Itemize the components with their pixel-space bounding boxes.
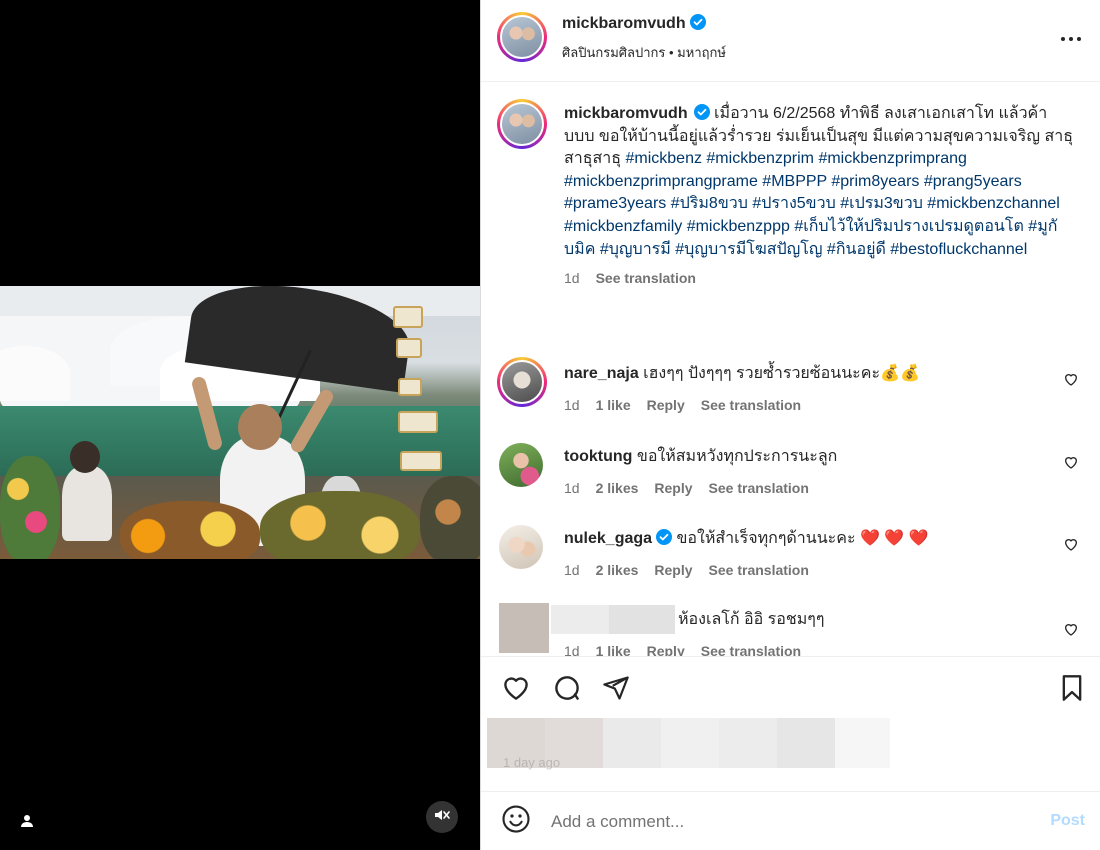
caption-meta: 1d See translation	[564, 267, 1074, 290]
comment-time[interactable]: 1d	[564, 480, 580, 496]
caption-hashtags[interactable]: #mickbenz #mickbenzprim #mickbenzprimpra…	[564, 150, 1060, 257]
post-sidebar: mickbaromvudh ศิลปินกรมศิลปากร • มหาฤกษ์…	[480, 0, 1100, 850]
comment-like-heart-icon[interactable]	[1063, 621, 1079, 637]
comment-see-translation[interactable]: See translation	[709, 480, 809, 496]
video-frame[interactable]	[0, 286, 480, 559]
fruit-offerings	[260, 491, 420, 559]
post-header: mickbaromvudh ศิลปินกรมศิลปากร • มหาฤกษ์	[481, 0, 1100, 82]
share-button[interactable]	[599, 673, 633, 707]
comment-likes[interactable]: 2 likes	[596, 480, 639, 496]
caption-author-avatar[interactable]	[497, 99, 547, 149]
add-comment-input[interactable]	[551, 806, 1011, 838]
commenter-username[interactable]: nare_naja	[564, 365, 639, 382]
comment-text: ขอให้สมหวังทุกประการนะลูก	[636, 448, 838, 465]
comment-text: ขอให้สำเร็จทุกๆด้านนะคะ ❤️ ❤️ ❤️	[676, 530, 929, 547]
reply-button[interactable]: Reply	[654, 480, 692, 496]
heart-icon	[501, 673, 531, 708]
comment-item: ห้องเลโก้ อิอิ รอชมๆๆ 1d 1 like Reply Se…	[497, 603, 1087, 656]
comment-likes[interactable]: 2 likes	[596, 562, 639, 578]
comment-text-line: nulek_gaga ขอให้สำเร็จทุกๆด้านนะคะ ❤️ ❤️…	[564, 528, 1034, 550]
reply-button[interactable]: Reply	[647, 643, 685, 656]
comment-likes[interactable]: 1 like	[596, 643, 631, 656]
flower-arrangement	[0, 456, 60, 559]
comment-item: nulek_gaga ขอให้สำเร็จทุกๆด้านนะคะ ❤️ ❤️…	[497, 522, 1087, 592]
ellipsis-icon	[1060, 29, 1082, 47]
commenter-username[interactable]: tooktung	[564, 448, 632, 465]
comment-time[interactable]: 1d	[564, 643, 580, 656]
reply-button[interactable]: Reply	[647, 397, 685, 413]
comment-text: ห้องเลโก้ อิอิ รอชมๆๆ	[678, 611, 825, 628]
comment-item: nare_naja เฮงๆๆ ปังๆๆๆ รวยซ้ำรวยซ้อนนะคะ…	[497, 357, 1087, 427]
offering-stack	[398, 378, 422, 396]
comment-meta: 1d 2 likes Reply See translation	[564, 480, 809, 496]
like-button[interactable]	[499, 673, 533, 707]
comment-see-translation[interactable]: See translation	[709, 562, 809, 578]
comment-see-translation[interactable]: See translation	[701, 643, 801, 656]
smiley-face-icon	[501, 804, 531, 839]
caption-body: mickbaromvudh เมื่อวาน 6/2/2568 ทำพิธี ล…	[564, 103, 1074, 290]
commenter-username[interactable]: nulek_gaga	[564, 530, 652, 547]
comment-meta: 1d 1 like Reply See translation	[564, 643, 801, 656]
comment-item: tooktung ขอให้สมหวังทุกประการนะลูก 1d 2 …	[497, 440, 1087, 510]
comment-likes[interactable]: 1 like	[596, 397, 631, 413]
commenter-avatar[interactable]	[499, 525, 543, 569]
fruit-offerings	[120, 501, 260, 559]
mute-toggle-button[interactable]	[426, 801, 458, 833]
verified-badge-icon	[689, 14, 706, 30]
comments-scroll-area[interactable]: mickbaromvudh เมื่อวาน 6/2/2568 ทำพิธี ล…	[481, 83, 1100, 656]
redacted-username	[551, 605, 609, 634]
person-seated	[62, 466, 112, 541]
verified-badge-icon	[656, 529, 673, 545]
comment-time[interactable]: 1d	[564, 397, 580, 413]
author-subtitle[interactable]: ศิลปินกรมศิลปากร • มหาฤกษ์	[562, 42, 726, 63]
post-action-bar: 1 day ago	[481, 656, 1100, 791]
comment-like-heart-icon[interactable]	[1063, 536, 1079, 552]
emoji-button[interactable]	[499, 804, 533, 838]
offering-stack	[400, 451, 442, 471]
speaker-muted-icon	[433, 806, 451, 829]
comment-bubble-icon	[552, 673, 582, 708]
commenter-avatar[interactable]	[499, 443, 543, 487]
tagged-user-icon[interactable]	[16, 810, 38, 832]
comment-meta: 1d 2 likes Reply See translation	[564, 562, 809, 578]
author-username[interactable]: mickbaromvudh	[562, 15, 686, 32]
person-head	[238, 404, 282, 450]
post-time-ago[interactable]: 1 day ago	[503, 755, 560, 770]
person-head	[70, 441, 100, 473]
caption-username[interactable]: mickbaromvudh	[564, 105, 688, 122]
comment-time[interactable]: 1d	[564, 562, 580, 578]
caption-see-translation[interactable]: See translation	[596, 267, 696, 290]
save-button[interactable]	[1055, 673, 1089, 707]
comment-text-line: nare_naja เฮงๆๆ ปังๆๆๆ รวยซ้ำรวยซ้อนนะคะ…	[564, 363, 1034, 385]
redacted-username	[609, 605, 675, 634]
more-options-button[interactable]	[1059, 26, 1083, 50]
verified-badge-icon	[693, 104, 710, 120]
paper-plane-icon	[602, 674, 630, 707]
offering-stack	[398, 411, 438, 433]
comment-like-heart-icon[interactable]	[1063, 454, 1079, 470]
comment-text: เฮงๆๆ ปังๆๆๆ รวยซ้ำรวยซ้อนนะคะ💰💰	[643, 365, 920, 382]
comment-meta: 1d 1 like Reply See translation	[564, 397, 801, 413]
post-media[interactable]	[0, 0, 480, 850]
author-avatar[interactable]	[497, 12, 547, 62]
comment-text-line: tooktung ขอให้สมหวังทุกประการนะลูก	[564, 446, 1034, 468]
post-comment-button[interactable]: Post	[1050, 812, 1085, 830]
commenter-avatar[interactable]	[497, 357, 547, 407]
caption-time[interactable]: 1d	[564, 267, 580, 290]
flower-arrangement	[420, 476, 480, 559]
redacted-avatar[interactable]	[499, 603, 549, 653]
reply-button[interactable]: Reply	[654, 562, 692, 578]
add-comment-bar: Post	[481, 791, 1100, 850]
comment-button[interactable]	[550, 673, 584, 707]
offering-stack	[393, 306, 423, 328]
comment-like-heart-icon[interactable]	[1063, 371, 1079, 387]
offering-stack	[396, 338, 422, 358]
bookmark-icon	[1059, 674, 1085, 707]
comment-see-translation[interactable]: See translation	[701, 397, 801, 413]
